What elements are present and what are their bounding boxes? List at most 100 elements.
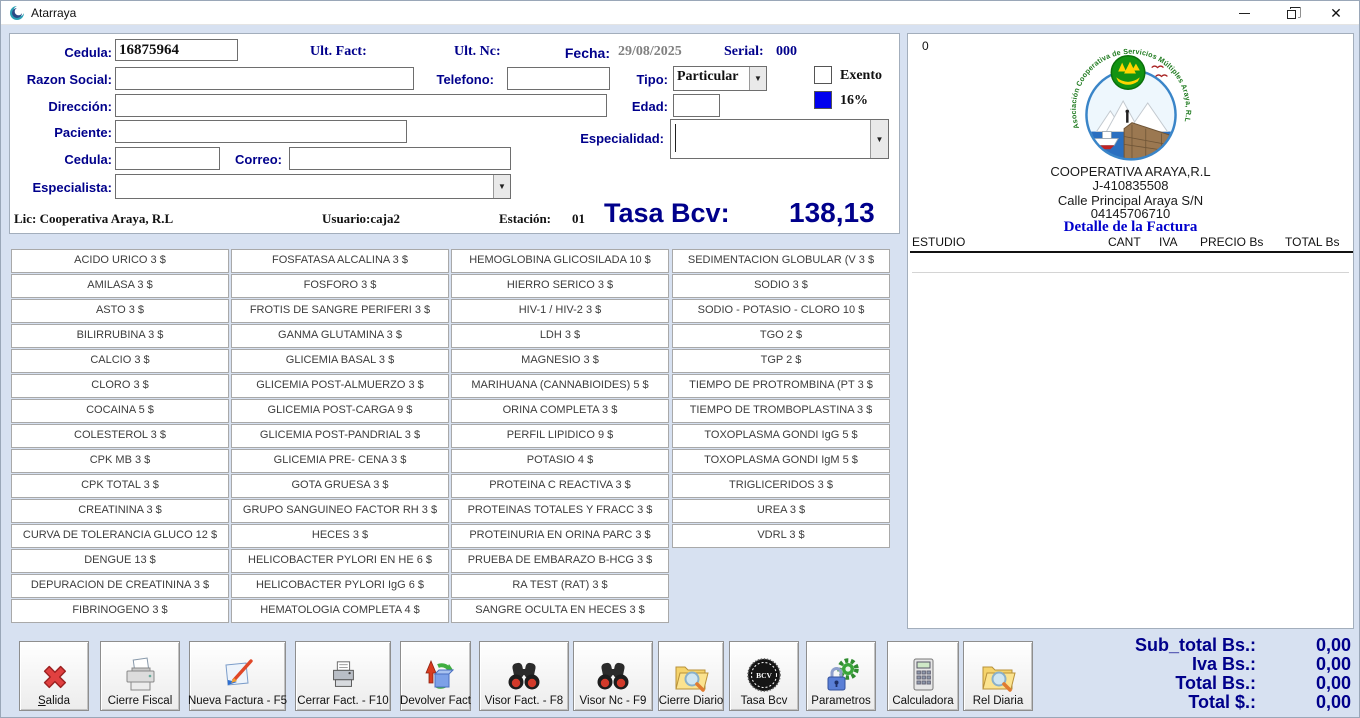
lab-test-button[interactable]: HIERRO SERICO 3 $	[451, 274, 669, 298]
lab-test-button[interactable]: TOXOPLASMA GONDI IgM 5 $	[672, 449, 890, 473]
especialidad-dropdown-button[interactable]: ▼	[870, 120, 888, 158]
cedula-input[interactable]	[115, 39, 238, 61]
paciente-input[interactable]	[115, 120, 407, 143]
cedula-paciente-input[interactable]	[115, 147, 220, 170]
total-usd-value: 0,00	[1256, 692, 1351, 713]
lab-test-button[interactable]: COLESTEROL 3 $	[11, 424, 229, 448]
lab-test-button[interactable]: VDRL 3 $	[672, 524, 890, 548]
lab-test-button[interactable]: PROTEINAS TOTALES Y FRACC 3 $	[451, 499, 669, 523]
lab-test-button[interactable]: CLORO 3 $	[11, 374, 229, 398]
lab-test-button[interactable]: ASTO 3 $	[11, 299, 229, 323]
especialidad-select[interactable]: ▼	[670, 119, 889, 159]
total-usd-label: Total $.:	[1039, 692, 1256, 713]
lab-test-button[interactable]: GLICEMIA BASAL 3 $	[231, 349, 449, 373]
total-bs-row: Total Bs.: 0,00	[1039, 673, 1351, 694]
lab-test-button[interactable]: TIEMPO DE PROTROMBINA (PT 3 $	[672, 374, 890, 398]
correo-input[interactable]	[289, 147, 511, 170]
lab-test-button[interactable]: LDH 3 $	[451, 324, 669, 348]
devolver-factura-button[interactable]: Devolver Fact	[400, 641, 471, 711]
lab-test-button[interactable]: GLICEMIA POST-ALMUERZO 3 $	[231, 374, 449, 398]
calculator-icon	[906, 657, 940, 693]
lab-test-button[interactable]: DENGUE 13 $	[11, 549, 229, 573]
company-name: COOPERATIVA ARAYA,R.L	[908, 164, 1353, 179]
calculadora-button[interactable]: Calculadora	[887, 641, 959, 711]
rel-diaria-button[interactable]: Rel Diaria	[963, 641, 1033, 711]
lab-test-button[interactable]: POTASIO 4 $	[451, 449, 669, 473]
lab-test-button[interactable]: TRIGLICERIDOS 3 $	[672, 474, 890, 498]
lab-test-button[interactable]: MAGNESIO 3 $	[451, 349, 669, 373]
subtotal-row: Sub_total Bs.: 0,00	[1039, 635, 1351, 656]
lab-test-button[interactable]: CREATININA 3 $	[11, 499, 229, 523]
lab-test-button[interactable]: ACIDO URICO 3 $	[11, 249, 229, 273]
lab-test-button[interactable]: GOTA GRUESA 3 $	[231, 474, 449, 498]
lab-test-button[interactable]: MARIHUANA (CANNABIOIDES) 5 $	[451, 374, 669, 398]
iva-indicator-square[interactable]	[814, 91, 832, 109]
lab-test-button[interactable]: PRUEBA DE EMBARAZO B-HCG 3 $	[451, 549, 669, 573]
lab-test-button[interactable]: TOXOPLASMA GONDI IgG 5 $	[672, 424, 890, 448]
lab-test-button[interactable]: CPK TOTAL 3 $	[11, 474, 229, 498]
lab-test-button[interactable]: COCAINA 5 $	[11, 399, 229, 423]
lab-test-button[interactable]: HEMOGLOBINA GLICOSILADA 10 $	[451, 249, 669, 273]
lab-test-button[interactable]: GLICEMIA POST-PANDRIAL 3 $	[231, 424, 449, 448]
visor-factura-button[interactable]: Visor Fact. - F8	[479, 641, 569, 711]
close-button[interactable]: ✕	[1313, 1, 1359, 25]
lab-test-button[interactable]: SEDIMENTACION GLOBULAR (V 3 $	[672, 249, 890, 273]
lab-test-button[interactable]: RA TEST (RAT) 3 $	[451, 574, 669, 598]
cierre-fiscal-button[interactable]: Cierre Fiscal	[100, 641, 180, 711]
edad-input[interactable]	[673, 94, 720, 117]
lab-test-button[interactable]: PROTEINA C REACTIVA 3 $	[451, 474, 669, 498]
tasa-bcv-button[interactable]: BCV Tasa Bcv	[729, 641, 799, 711]
lab-test-button[interactable]: CPK MB 3 $	[11, 449, 229, 473]
lab-test-button[interactable]: SANGRE OCULTA EN HECES 3 $	[451, 599, 669, 623]
direccion-input[interactable]	[115, 94, 607, 117]
lab-test-button[interactable]: UREA 3 $	[672, 499, 890, 523]
lab-test-button[interactable]: SODIO 3 $	[672, 274, 890, 298]
col-header-estudio: ESTUDIO	[912, 235, 965, 249]
visor-nc-button[interactable]: Visor Nc - F9	[573, 641, 653, 711]
invoice-detail-title: Detalle de la Factura	[908, 219, 1353, 236]
parametros-button[interactable]: Parametros	[806, 641, 876, 711]
especialista-dropdown-button[interactable]: ▼	[493, 175, 510, 198]
especialista-select[interactable]: ▼	[115, 174, 511, 199]
lab-test-button[interactable]: FIBRINOGENO 3 $	[11, 599, 229, 623]
salida-button[interactable]: Salida	[19, 641, 89, 711]
lab-test-button[interactable]: BILIRRUBINA 3 $	[11, 324, 229, 348]
lab-test-button[interactable]: GRUPO SANGUINEO FACTOR RH 3 $	[231, 499, 449, 523]
lab-test-button[interactable]: CALCIO 3 $	[11, 349, 229, 373]
lab-test-button[interactable]: GLICEMIA POST-CARGA 9 $	[231, 399, 449, 423]
cerrar-factura-button[interactable]: Cerrar Fact. - F10	[295, 641, 391, 711]
lab-test-button[interactable]: SODIO - POTASIO - CLORO 10 $	[672, 299, 890, 323]
text-caret	[675, 124, 676, 152]
lab-test-button[interactable]: CURVA DE TOLERANCIA GLUCO 12 $	[11, 524, 229, 548]
lab-test-button[interactable]: GANMA GLUTAMINA 3 $	[231, 324, 449, 348]
lab-test-button[interactable]: HIV-1 / HIV-2 3 $	[451, 299, 669, 323]
lab-test-button[interactable]: HELICOBACTER PYLORI IgG 6 $	[231, 574, 449, 598]
lab-test-button[interactable]: HECES 3 $	[231, 524, 449, 548]
lab-test-button[interactable]: HEMATOLOGIA COMPLETA 4 $	[231, 599, 449, 623]
lab-test-button[interactable]: HELICOBACTER PYLORI EN HE 6 $	[231, 549, 449, 573]
nueva-factura-button[interactable]: Nueva Factura - F5	[189, 641, 286, 711]
app-logo-icon	[9, 5, 25, 21]
tipo-select[interactable]: Particular ▼	[673, 66, 767, 91]
razon-social-label: Razon Social:	[10, 72, 112, 87]
exento-checkbox[interactable]	[814, 66, 832, 84]
lab-test-button[interactable]: GLICEMIA PRE- CENA 3 $	[231, 449, 449, 473]
lab-test-button[interactable]: TGO 2 $	[672, 324, 890, 348]
lab-test-button[interactable]: PROTEINURIA EN ORINA PARC 3 $	[451, 524, 669, 548]
lab-test-button[interactable]: FROTIS DE SANGRE PERIFERI 3 $	[231, 299, 449, 323]
cierre-diario-button[interactable]: Cierre Diario	[658, 641, 724, 711]
especialidad-label: Especialidad:	[562, 131, 664, 146]
lab-test-button[interactable]: ORINA COMPLETA 3 $	[451, 399, 669, 423]
lab-test-button[interactable]: AMILASA 3 $	[11, 274, 229, 298]
lab-test-button[interactable]: DEPURACION DE CREATININA 3 $	[11, 574, 229, 598]
lab-test-button[interactable]: TIEMPO DE TROMBOPLASTINA 3 $	[672, 399, 890, 423]
tipo-dropdown-button[interactable]: ▼	[749, 67, 766, 90]
minimize-button[interactable]	[1221, 1, 1267, 25]
folder-search-icon	[671, 659, 711, 693]
lab-test-button[interactable]: TGP 2 $	[672, 349, 890, 373]
lab-test-button[interactable]: FOSFORO 3 $	[231, 274, 449, 298]
total-bs-label: Total Bs.:	[1039, 673, 1256, 694]
restore-button[interactable]	[1267, 1, 1313, 25]
lab-test-button[interactable]: FOSFATASA ALCALINA 3 $	[231, 249, 449, 273]
lab-test-button[interactable]: PERFIL LIPIDICO 9 $	[451, 424, 669, 448]
